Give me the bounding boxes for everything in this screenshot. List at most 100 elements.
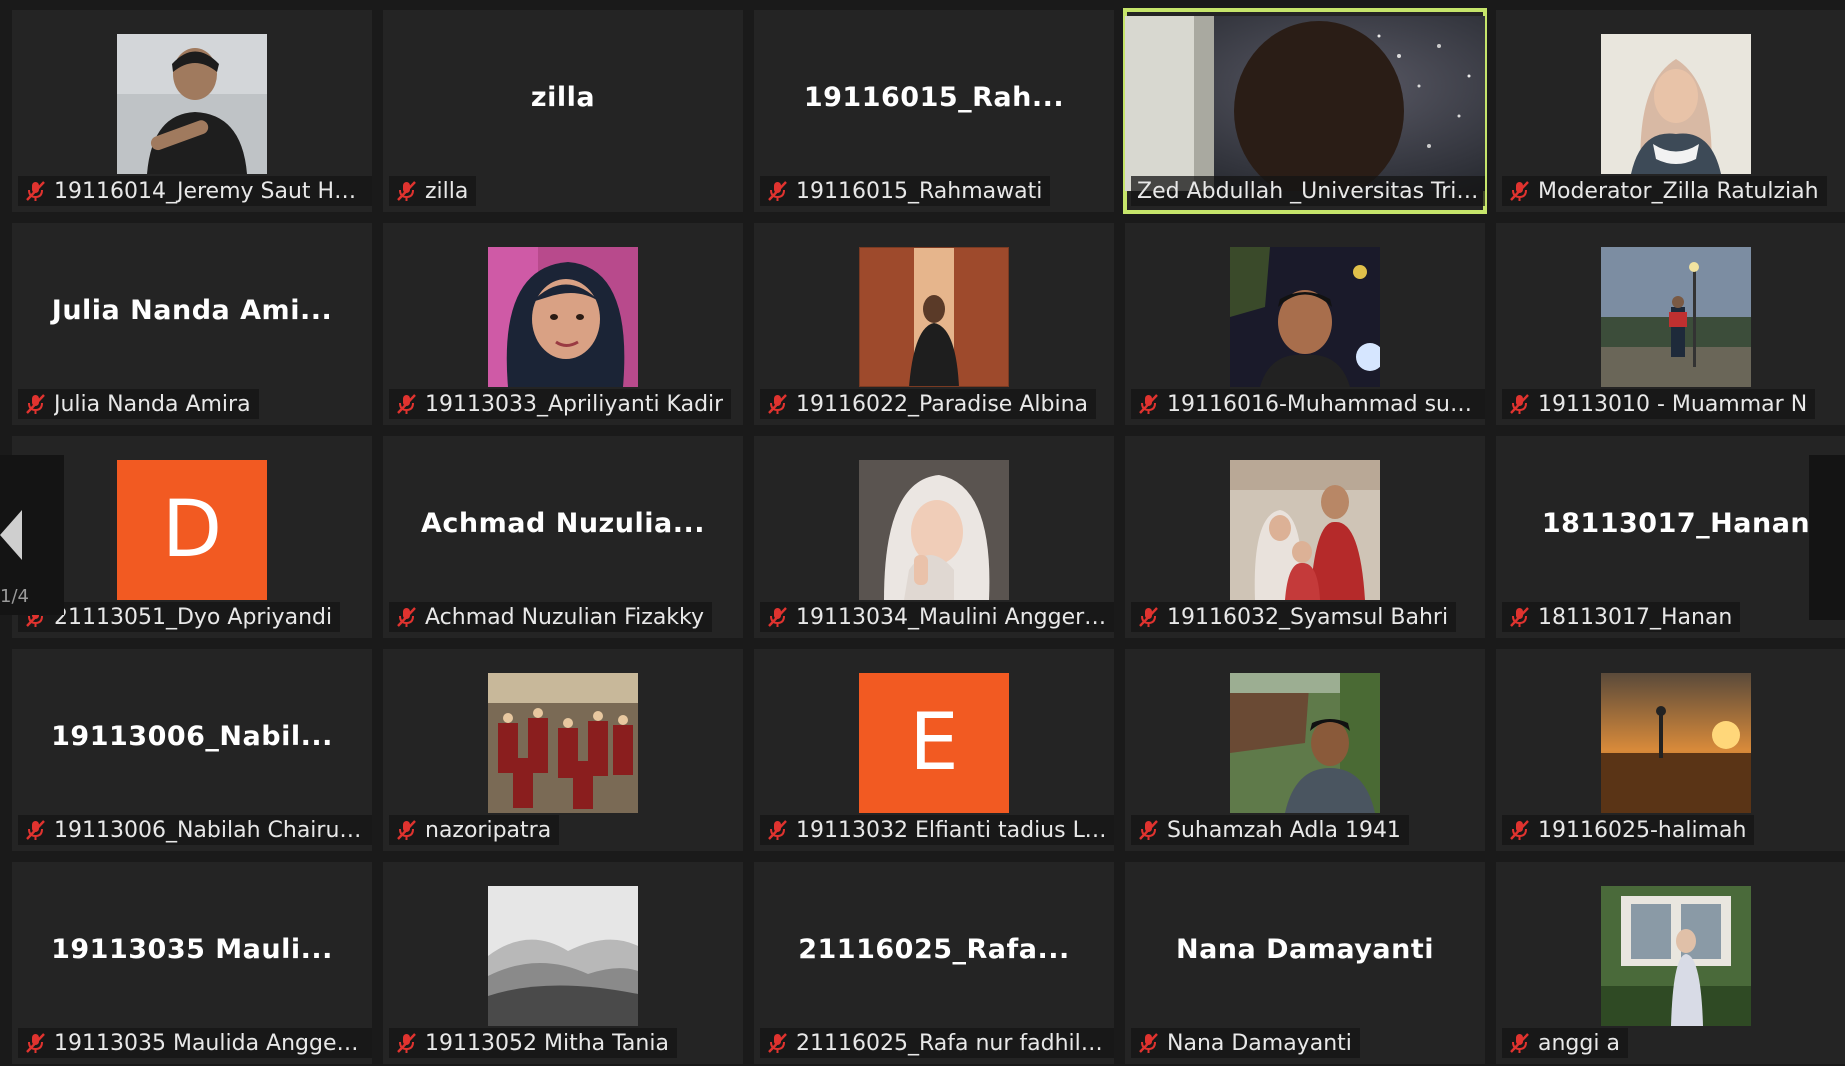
muted-mic-icon [397,394,416,414]
participant-tile[interactable]: E 19113032 Elfianti tadius Lo... [754,649,1114,851]
participant-photo [1601,247,1751,387]
muted-mic-icon [1510,607,1529,627]
participant-tile[interactable]: nazoripatra [383,649,743,851]
participant-name-bar: 19113010 - Muammar N [1502,389,1816,419]
participant-tile[interactable]: 19116022_Paradise Albina [754,223,1114,425]
participant-name: 19113010 - Muammar N [1538,391,1808,417]
participant-name: 19113006_Nabilah Chairuni... [54,817,366,843]
participant-photo [488,673,638,813]
participant-name-bar: Moderator_Zilla Ratulziah [1502,176,1827,206]
participant-name: Achmad Nuzulian Fizakky [425,604,705,630]
muted-mic-icon [1139,820,1158,840]
muted-mic-icon [397,820,416,840]
participant-name-bar: Julia Nanda Amira [18,389,259,419]
participant-tile[interactable]: zilla zilla [383,10,743,212]
participant-name-bar: Nana Damayanti [1131,1028,1360,1058]
participant-name-bar: anggi a [1502,1028,1628,1058]
participant-name: 19113034_Maulini Anggeri... [796,604,1108,630]
participant-tile[interactable]: 19113034_Maulini Anggeri... [754,436,1114,638]
participant-name-bar: 18113017_Hanan [1502,602,1741,632]
muted-mic-icon [1139,607,1158,627]
participant-tile[interactable]: Suhamzah Adla 1941 [1125,649,1485,851]
letter-avatar: D [117,460,267,600]
participant-photo [859,460,1009,600]
participant-name-bar: 19113052 Mitha Tania [389,1028,677,1058]
participant-photo [1601,886,1751,1026]
participant-name-bar: 19113032 Elfianti tadius Lo... [760,815,1114,845]
participant-photo [117,34,267,174]
muted-mic-icon [1510,820,1529,840]
participant-tile[interactable]: 19116016-Muhammad suri... [1125,223,1485,425]
participant-tile[interactable]: Moderator_Zilla Ratulziah [1496,10,1845,212]
participant-name: 21116025_Rafa nur fadhilah [796,1030,1108,1056]
participant-name: anggi a [1538,1030,1620,1056]
participant-name-bar: 19116016-Muhammad suri... [1131,389,1485,419]
participant-name-bar: nazoripatra [389,815,560,845]
participant-display-name: 19113035 Mauli... [51,934,333,965]
muted-mic-icon [26,394,45,414]
participant-name-bar: 19116025-halimah [1502,815,1755,845]
muted-mic-icon [1510,1033,1529,1053]
muted-mic-icon [397,1033,416,1053]
participant-tile[interactable]: 19113006_Nabil... 19113006_Nabilah Chairu… [12,649,372,851]
participant-tile[interactable]: Julia Nanda Ami... Julia Nanda Amira [12,223,372,425]
participant-name-bar: 21116025_Rafa nur fadhilah [760,1028,1114,1058]
muted-mic-icon [768,1033,787,1053]
participant-tile[interactable]: anggi a [1496,862,1845,1064]
muted-mic-icon [768,181,787,201]
participant-photo [1230,247,1380,387]
participant-name-bar: 19113033_Apriliyanti Kadir [389,389,732,419]
participant-name-bar: Achmad Nuzulian Fizakky [389,602,713,632]
participant-name-bar: Suhamzah Adla 1941 [1131,815,1409,845]
participant-tile[interactable]: Achmad Nuzulia... Achmad Nuzulian Fizakky [383,436,743,638]
muted-mic-icon [397,181,416,201]
participant-name: 19116015_Rahmawati [796,178,1043,204]
participant-tile[interactable]: 19116014_Jeremy Saut Ha... [12,10,372,212]
muted-mic-icon [768,820,787,840]
muted-mic-icon [26,181,45,201]
participant-tile[interactable]: 19116015_Rah... 19116015_Rahmawati [754,10,1114,212]
participant-name-bar: 19113034_Maulini Anggeri... [760,602,1114,632]
participant-display-name: zilla [530,82,596,113]
participant-tile[interactable]: 19116032_Syamsul Bahri [1125,436,1485,638]
participant-tile[interactable]: 21116025_Rafa... 21116025_Rafa nur fadhil… [754,862,1114,1064]
participant-tile[interactable]: Zed Abdullah _Universitas Tril... [1123,8,1487,214]
participant-name-bar: zilla [389,176,477,206]
participant-name-bar: 19113006_Nabilah Chairuni... [18,815,372,845]
participant-name: zilla [425,178,469,204]
participant-name: 19113052 Mitha Tania [425,1030,669,1056]
participant-name: 19113032 Elfianti tadius Lo... [796,817,1108,843]
muted-mic-icon [1510,181,1529,201]
participant-photo [488,886,638,1026]
participant-tile[interactable]: D 21113051_Dyo Apriyandi [12,436,372,638]
participant-tile[interactable]: 19113033_Apriliyanti Kadir [383,223,743,425]
muted-mic-icon [26,1033,45,1053]
participant-tile[interactable]: 19113052 Mitha Tania [383,862,743,1064]
participant-name: 19113033_Apriliyanti Kadir [425,391,724,417]
participant-name: 19113035 Maulida Anggeri... [54,1030,366,1056]
next-page-button[interactable] [1809,455,1845,620]
letter-avatar: E [859,673,1009,813]
participant-display-name: 19116015_Rah... [803,82,1065,113]
participant-name-bar: Zed Abdullah _Universitas Tril... [1131,176,1485,206]
participant-tile[interactable]: 19113010 - Muammar N [1496,223,1845,425]
participant-name-bar: 21113051_Dyo Apriyandi [18,602,341,632]
participant-name: Zed Abdullah _Universitas Tril... [1137,178,1479,204]
muted-mic-icon [1139,394,1158,414]
participant-name: Nana Damayanti [1167,1030,1352,1056]
participant-tile[interactable]: 18113017_Hanan 18113017_Hanan [1496,436,1845,638]
participant-name-bar: 19116014_Jeremy Saut Ha... [18,176,372,206]
participant-tile[interactable]: 19116025-halimah [1496,649,1845,851]
participant-name: 19116032_Syamsul Bahri [1167,604,1449,630]
participant-display-name: Achmad Nuzulia... [421,508,705,539]
participant-tile[interactable]: Nana Damayanti Nana Damayanti [1125,862,1485,1064]
participant-name: 19116016-Muhammad suri... [1167,391,1479,417]
participant-photo [1601,673,1751,813]
participant-photo [488,247,638,387]
participant-photo [1230,460,1380,600]
video-gallery: 19116014_Jeremy Saut Ha... zilla zilla 1911… [0,0,1845,1066]
participant-display-name: 19113006_Nabil... [51,721,333,752]
participant-video [1125,16,1485,191]
participant-display-name: 18113017_Hanan [1541,508,1811,539]
participant-tile[interactable]: 19113035 Mauli... 19113035 Maulida Angger… [12,862,372,1064]
